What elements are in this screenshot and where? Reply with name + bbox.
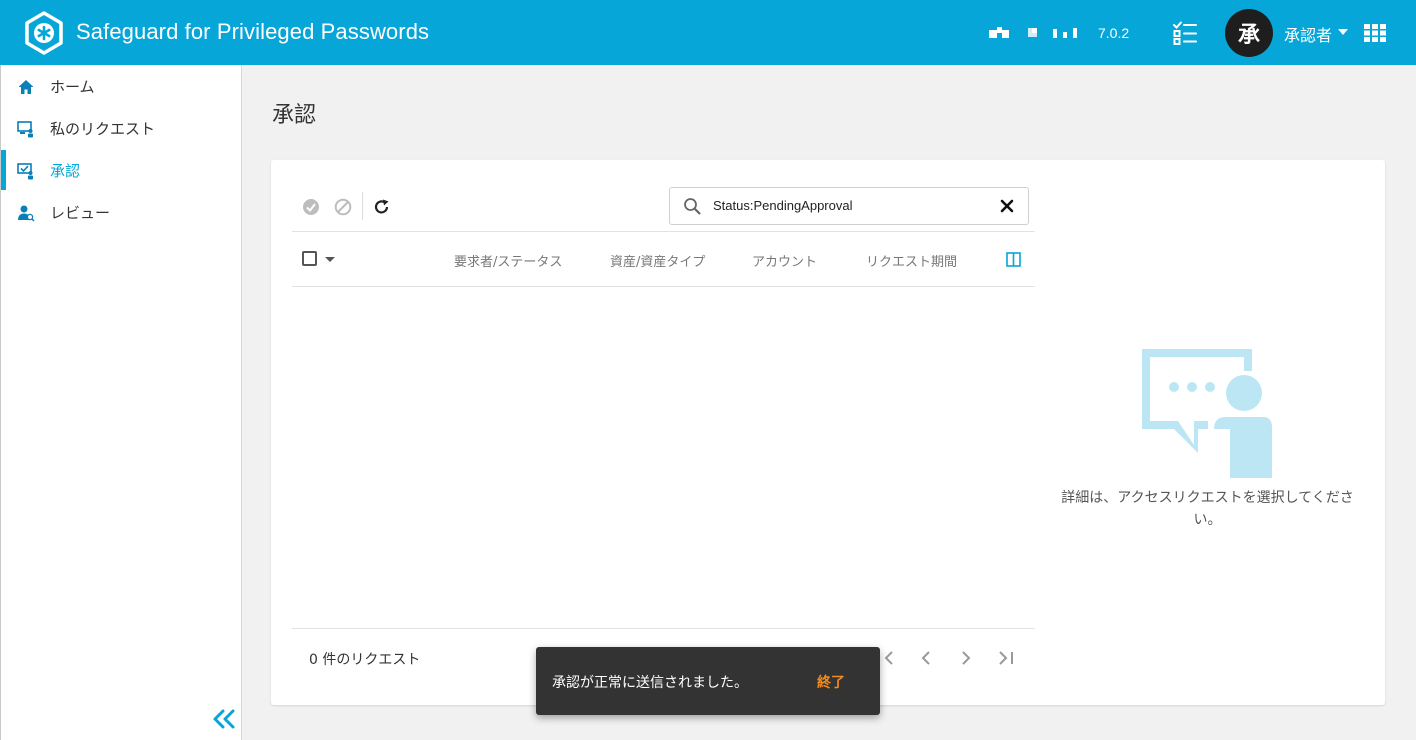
sidebar-item-home[interactable]: ホーム [1,66,241,106]
select-all-checkbox[interactable] [302,251,317,266]
chevron-left-icon[interactable] [882,650,898,666]
reviews-icon [18,205,35,222]
caret-down-icon[interactable] [325,257,335,262]
app-grid-icon[interactable] [1364,24,1386,42]
next-page-icon[interactable] [958,650,974,666]
column-header-asset[interactable]: 資産/資産タイプ [610,251,705,270]
refresh-icon[interactable] [373,198,391,216]
request-count: 0 件のリクエスト [309,652,421,668]
appliance-status-icon[interactable] [988,26,1082,40]
search-icon [684,198,701,215]
column-chooser-icon[interactable] [1006,252,1021,267]
sidebar-item-label: レビュー [50,204,111,222]
sidebar-item-approvals[interactable]: 承認 [1,150,241,190]
approve-check-icon[interactable] [302,198,320,216]
app-title: Safeguard for Privileged Passwords [76,19,430,44]
toast-message: 承認が正常に送信されました。 [552,675,748,691]
access-request-empty-state-icon [1142,349,1272,478]
previous-page-icon[interactable] [919,650,935,666]
sidebar: ホーム 私のリクエスト 承認 レビュー [0,65,242,740]
toolbar-separator [362,192,363,220]
close-icon[interactable] [999,198,1015,214]
home-icon [18,80,34,94]
column-header-requester[interactable]: 要求者/ステータス [454,251,562,270]
sidebar-item-label: 承認 [50,162,81,180]
table-header-top-divider [292,231,1035,232]
top-header: Safeguard for Privileged Passwords 7.0.2… [0,0,1416,65]
caret-down-icon[interactable] [1338,29,1348,35]
safeguard-logo-icon[interactable] [22,11,66,55]
my-requests-icon [17,121,33,138]
double-chevron-left-icon[interactable] [211,708,237,730]
column-header-request-period[interactable]: リクエスト期間 [866,251,957,270]
table-footer-divider [292,628,1035,629]
search-input[interactable]: Status:PendingApproval [713,198,852,213]
version-label: 7.0.2 [1098,25,1130,41]
toast-dismiss-button[interactable]: 終了 [817,672,845,692]
column-header-account[interactable]: アカウント [752,251,817,270]
success-toast: 承認が正常に送信されました。 終了 [536,647,880,715]
table-header-bottom-divider [292,286,1035,287]
sidebar-item-my-requests[interactable]: 私のリクエスト [1,108,241,148]
sidebar-item-label: ホーム [50,78,95,96]
sidebar-item-reviews[interactable]: レビュー [1,192,241,232]
user-avatar[interactable]: 承 [1225,9,1273,57]
tasks-checklist-icon[interactable] [1172,20,1198,46]
approvals-icon [17,163,33,180]
page-title: 承認 [272,103,317,128]
last-page-icon[interactable] [997,650,1017,666]
empty-details-message: 詳細は、アクセスリクエストを選択してください。 [1061,490,1354,528]
deny-block-icon[interactable] [334,198,352,216]
sidebar-item-label: 私のリクエスト [50,120,156,138]
user-menu-name[interactable]: 承認者 [1284,22,1332,46]
search-field[interactable]: Status:PendingApproval [669,187,1029,225]
